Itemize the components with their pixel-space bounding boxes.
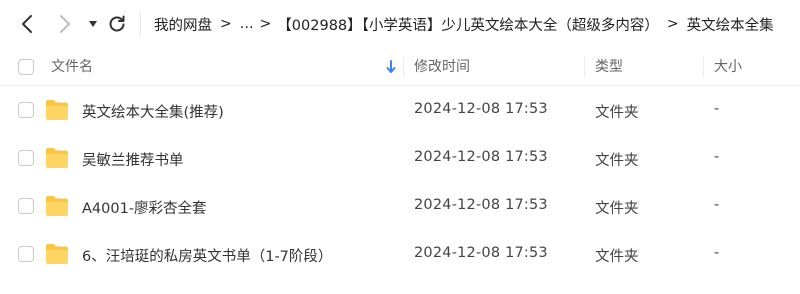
file-name[interactable]: A4001-廖彩杏全套 xyxy=(82,197,207,218)
column-divider[interactable] xyxy=(403,57,404,77)
file-name[interactable]: 6、汪培珽的私房英文书单（1-7阶段） xyxy=(82,245,332,266)
column-header-name[interactable]: 文件名 xyxy=(51,48,93,86)
breadcrumb-separator: > xyxy=(259,16,272,32)
chevron-right-icon xyxy=(60,15,70,33)
refresh-button[interactable] xyxy=(104,10,130,38)
file-size: - xyxy=(714,149,720,165)
folder-icon xyxy=(46,244,68,264)
row-checkbox[interactable] xyxy=(18,150,34,166)
table-row[interactable]: 吴敏兰推荐书单 2024-12-08 17:53 文件夹 - xyxy=(0,132,800,184)
file-type: 文件夹 xyxy=(595,105,639,121)
modified-time: 2024-12-08 17:53 xyxy=(414,101,548,117)
table-header: 文件名 修改时间 类型 大小 xyxy=(0,48,800,86)
column-header-type[interactable]: 类型 xyxy=(595,48,623,86)
modified-time: 2024-12-08 17:53 xyxy=(414,197,548,213)
breadcrumb-separator: > xyxy=(666,16,679,32)
folder-icon xyxy=(46,196,68,216)
folder-icon xyxy=(46,148,68,168)
file-name[interactable]: 英文绘本大全集(推荐) xyxy=(82,101,224,122)
sort-down-arrow-icon[interactable] xyxy=(386,60,396,74)
breadcrumb: 我的网盘 > ... > 【002988】【小学英语】少儿英文绘本大全（超级多内… xyxy=(154,0,774,48)
chevron-left-icon xyxy=(22,15,32,33)
refresh-icon xyxy=(109,15,125,32)
breadcrumb-item-ellipsis[interactable]: ... xyxy=(240,16,254,32)
row-checkbox[interactable] xyxy=(18,246,34,262)
modified-time: 2024-12-08 17:53 xyxy=(414,149,548,165)
row-checkbox[interactable] xyxy=(18,102,34,118)
file-name[interactable]: 吴敏兰推荐书单 xyxy=(82,149,184,170)
table-row[interactable]: 6、汪培珽的私房英文书单（1-7阶段） 2024-12-08 17:53 文件夹… xyxy=(0,228,800,280)
file-size: - xyxy=(714,197,720,213)
back-button[interactable] xyxy=(14,10,40,38)
table-row[interactable]: A4001-廖彩杏全套 2024-12-08 17:53 文件夹 - xyxy=(0,180,800,232)
file-size: - xyxy=(714,101,720,117)
history-dropdown-button[interactable] xyxy=(80,10,106,38)
table-row[interactable]: 英文绘本大全集(推荐) 2024-12-08 17:53 文件夹 - xyxy=(0,84,800,136)
column-header-modified[interactable]: 修改时间 xyxy=(414,48,470,86)
breadcrumb-item-parent[interactable]: 【002988】【小学英语】少儿英文绘本大全（超级多内容） xyxy=(277,14,659,35)
forward-button[interactable] xyxy=(52,10,78,38)
column-divider[interactable] xyxy=(584,57,585,77)
navigation-bar: 我的网盘 > ... > 【002988】【小学英语】少儿英文绘本大全（超级多内… xyxy=(0,0,800,48)
modified-time: 2024-12-08 17:53 xyxy=(414,245,548,261)
row-checkbox[interactable] xyxy=(18,198,34,214)
column-header-size[interactable]: 大小 xyxy=(714,48,742,86)
file-type: 文件夹 xyxy=(595,249,639,265)
file-type: 文件夹 xyxy=(595,153,639,169)
breadcrumb-separator: > xyxy=(220,16,232,32)
breadcrumb-item-current[interactable]: 英文绘本全集 xyxy=(687,14,774,35)
column-divider[interactable] xyxy=(703,57,704,77)
caret-down-icon xyxy=(89,21,97,27)
toolbar-divider xyxy=(140,12,141,36)
file-type: 文件夹 xyxy=(595,201,639,217)
folder-icon xyxy=(46,100,68,120)
select-all-checkbox[interactable] xyxy=(18,59,34,75)
file-size: - xyxy=(714,245,720,261)
breadcrumb-item-root[interactable]: 我的网盘 xyxy=(154,14,212,35)
